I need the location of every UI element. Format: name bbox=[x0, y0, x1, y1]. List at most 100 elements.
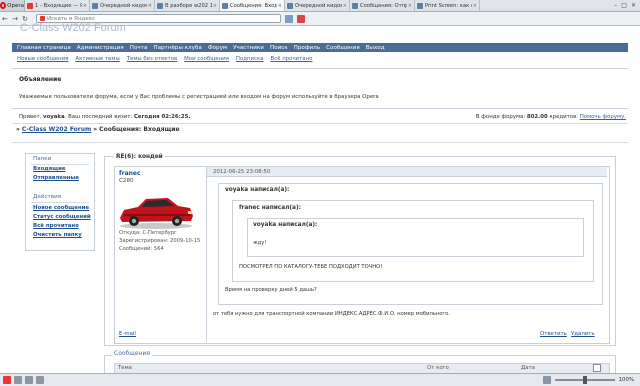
subnav-new-posts[interactable]: Новые сообщения bbox=[17, 56, 68, 62]
delete-link[interactable]: Удалить bbox=[571, 331, 595, 337]
forward-icon[interactable]: → bbox=[10, 15, 20, 23]
messages-title: Сообщения bbox=[112, 350, 153, 357]
view-icon[interactable] bbox=[542, 376, 551, 384]
zoom-slider-knob[interactable] bbox=[582, 376, 587, 384]
browser-tab[interactable]: Print Screen: как сдела...× bbox=[415, 0, 480, 11]
opera-menu-button[interactable]: Opera bbox=[0, 0, 25, 11]
action-message-status[interactable]: Статус сообщений bbox=[33, 214, 91, 220]
author-location: Откуда: С-Петербург bbox=[119, 230, 177, 236]
browser-tab[interactable]: 1 - Входящие — Янде...× bbox=[25, 0, 90, 11]
quote-author: voyaka написал(а): bbox=[225, 187, 290, 193]
folder-inbox[interactable]: Входящие bbox=[33, 166, 66, 172]
nav-search[interactable]: Поиск bbox=[270, 45, 288, 51]
mail-icon[interactable] bbox=[297, 14, 305, 23]
welcome-row: Привет, voyaka. Ваш последний визит: Сег… bbox=[12, 111, 628, 124]
donate-link[interactable]: Помочь форуму. bbox=[580, 114, 626, 120]
divider bbox=[31, 202, 89, 203]
close-tab-icon[interactable]: × bbox=[148, 3, 152, 9]
main-navigation: Главная страница Администрация Почта Пар… bbox=[12, 43, 628, 52]
zoom-slider[interactable] bbox=[554, 376, 615, 384]
divider bbox=[31, 164, 89, 165]
browser-tab-bar: Opera 1 - Входящие — Янде...× Очередной … bbox=[0, 0, 640, 12]
nav-home[interactable]: Главная страница bbox=[17, 45, 71, 51]
quote-text: жду! bbox=[253, 240, 267, 246]
subnav-unanswered[interactable]: Темы без ответов bbox=[127, 56, 177, 62]
page-favicon-icon bbox=[417, 2, 423, 9]
announcement: Объявление Уважаемые пользователи форума… bbox=[12, 68, 628, 109]
column-from[interactable]: От кого bbox=[427, 365, 449, 371]
browser-status-bar: 100% bbox=[0, 373, 640, 386]
author-email-link[interactable]: E-mail bbox=[119, 331, 136, 337]
quote-text: ПОСМОТРЕЛ ПО КАТАЛОГУ-ТЕБЕ ПОДХОДИТ ТОЧН… bbox=[239, 264, 383, 270]
column-date[interactable]: Дата bbox=[521, 365, 535, 371]
subnav-active-topics[interactable]: Активные темы bbox=[75, 56, 119, 62]
browser-tab[interactable]: Сообщения: Отправл...× bbox=[350, 0, 415, 11]
nav-mail[interactable]: Почта bbox=[130, 45, 148, 51]
nav-profile[interactable]: Профиль bbox=[294, 45, 320, 51]
subnav-mark-read[interactable]: Всё прочитано bbox=[271, 56, 313, 62]
forum-favicon-icon bbox=[352, 2, 358, 9]
quote-text: Время на проверку дней 5 дашь? bbox=[225, 287, 317, 293]
post-body: от тебя нужно для транспортной компании … bbox=[213, 311, 450, 317]
select-all-checkbox[interactable] bbox=[593, 364, 601, 372]
back-icon[interactable]: ← bbox=[0, 15, 10, 23]
author-post-count: Сообщений: 564 bbox=[119, 246, 164, 252]
zoom-controls: 100% bbox=[540, 376, 640, 384]
action-empty-folder[interactable]: Очистить папку bbox=[33, 232, 82, 238]
forum-favicon-icon bbox=[92, 2, 98, 9]
author-registered: Зарегистрирован: 2009-10-15 bbox=[119, 238, 201, 244]
breadcrumb-forum-link[interactable]: C-Class W202 Forum bbox=[22, 126, 91, 133]
close-tab-icon[interactable]: × bbox=[278, 3, 282, 9]
opera-panel-icon[interactable] bbox=[3, 376, 11, 384]
yandex-mail-icon bbox=[27, 2, 33, 9]
forum-title: C-Class W202 Forum bbox=[20, 22, 126, 34]
browser-tab[interactable]: Очередной кидок ????× bbox=[285, 0, 350, 11]
post-date: 2012-06-25 23:08:50 bbox=[213, 169, 271, 175]
subnav-subscriptions[interactable]: Подписка bbox=[236, 56, 264, 62]
panel-icon[interactable] bbox=[36, 376, 44, 384]
zoom-level: 100% bbox=[618, 377, 634, 383]
action-mark-all-read[interactable]: Всё прочитано bbox=[33, 223, 79, 229]
maximize-icon[interactable]: □ bbox=[621, 2, 627, 9]
close-tab-icon[interactable]: × bbox=[213, 3, 217, 9]
close-tab-icon[interactable]: × bbox=[408, 3, 412, 9]
nav-admin[interactable]: Администрация bbox=[77, 45, 124, 51]
action-new-message[interactable]: Новое сообщение bbox=[33, 205, 89, 211]
column-subject[interactable]: Тема bbox=[118, 365, 132, 371]
close-tab-icon[interactable]: × bbox=[83, 3, 87, 9]
quote-author: voyaka написал(а): bbox=[253, 222, 318, 228]
forum-favicon-icon bbox=[157, 2, 163, 9]
nav-logout[interactable]: Выход bbox=[366, 45, 385, 51]
nav-forum[interactable]: Форум bbox=[208, 45, 227, 51]
close-tab-icon[interactable]: × bbox=[473, 3, 477, 9]
panel-icon[interactable] bbox=[25, 376, 33, 384]
forum-favicon-icon bbox=[287, 2, 293, 9]
breadcrumb: » C-Class W202 Forum » Сообщения: Входящ… bbox=[16, 126, 180, 133]
yandex-icon bbox=[40, 16, 45, 21]
browser-tab[interactable]: В разборе w202 1.8л...× bbox=[155, 0, 220, 11]
minimize-icon[interactable]: – bbox=[614, 2, 617, 9]
panel-icon[interactable] bbox=[14, 376, 22, 384]
subnav-my-posts[interactable]: Мои сообщения bbox=[184, 56, 229, 62]
forum-favicon-icon bbox=[222, 2, 228, 9]
author-avatar bbox=[120, 198, 193, 229]
nav-members[interactable]: Участники bbox=[233, 45, 264, 51]
browser-tab[interactable]: Очередной кидок ????× bbox=[90, 0, 155, 11]
sidebar: Папки Входящие Отправленные Действия Нов… bbox=[25, 153, 95, 251]
author-car-model: C280 bbox=[119, 178, 134, 184]
reply-link[interactable]: Ответить bbox=[540, 331, 567, 337]
message-subject: RE(6): кондей bbox=[114, 154, 165, 160]
nav-partners[interactable]: Партнёры клуба bbox=[153, 45, 201, 51]
folder-sent[interactable]: Отправленные bbox=[33, 175, 79, 181]
sub-navigation: Новые сообщения Активные темы Темы без о… bbox=[12, 55, 628, 63]
close-tab-icon[interactable]: × bbox=[343, 3, 347, 9]
close-window-icon[interactable]: × bbox=[631, 2, 636, 9]
forum-fund: В фонде форума: 802.00 кредитов. Помочь … bbox=[475, 114, 626, 120]
browser-tab-active[interactable]: Сообщения: Входящие× bbox=[220, 0, 285, 11]
welcome-text: Привет, voyaka. Ваш последний визит: Сег… bbox=[19, 114, 191, 120]
window-controls: – □ × bbox=[614, 0, 640, 11]
author-name[interactable]: franec bbox=[119, 170, 141, 177]
folders-title: Папки bbox=[33, 156, 52, 162]
extension-icon[interactable] bbox=[285, 14, 293, 23]
nav-messages[interactable]: Сообщения bbox=[326, 45, 360, 51]
